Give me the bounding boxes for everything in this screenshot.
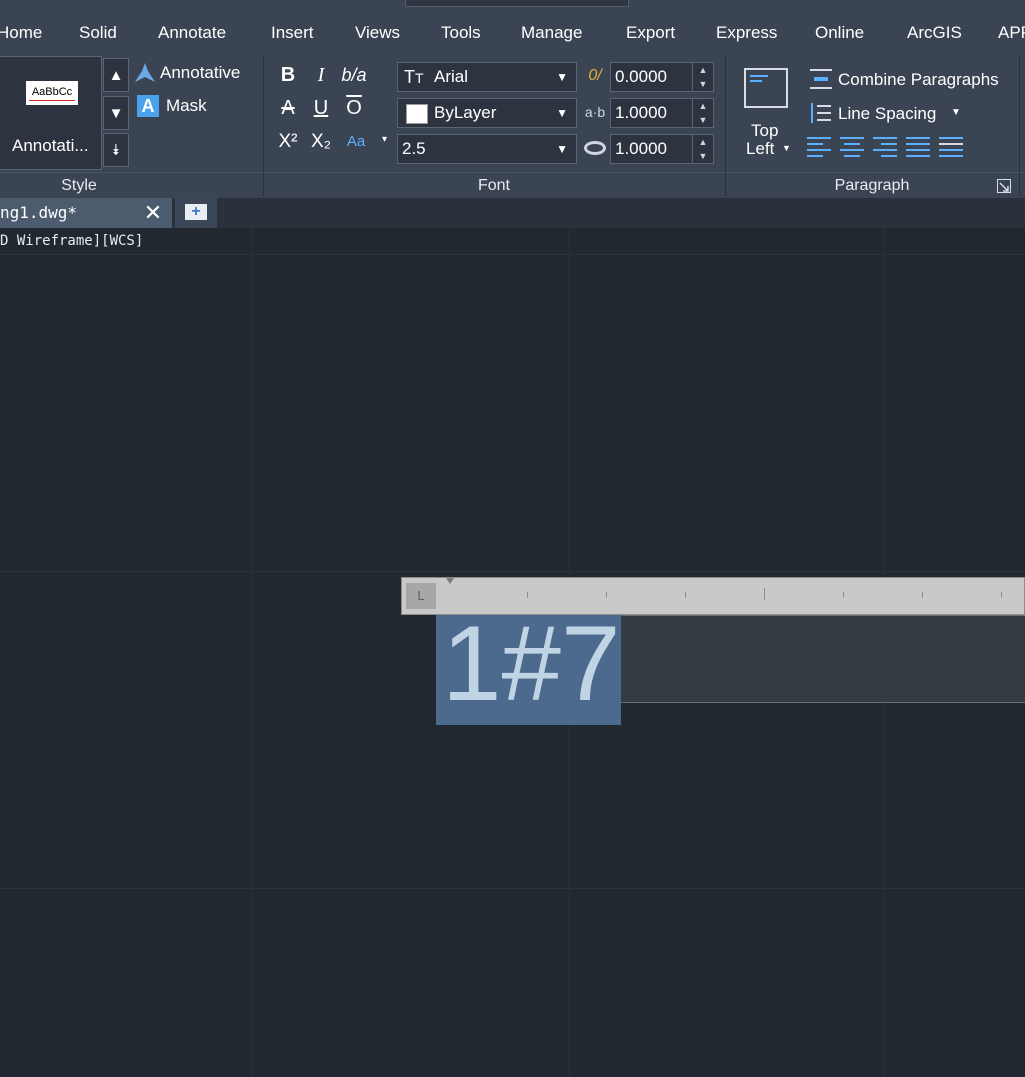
grid-line — [0, 888, 1025, 889]
title-search-box[interactable] — [405, 0, 629, 7]
annotative-toggle[interactable]: Annotative — [160, 63, 240, 83]
text-color-select[interactable]: ByLayer ▼ — [397, 98, 577, 128]
align-left-icon[interactable] — [804, 135, 834, 159]
mask-toggle[interactable]: Mask — [166, 96, 207, 116]
menu-arcgis[interactable]: ArcGIS — [907, 23, 962, 43]
gallery-expand-button[interactable]: ⯯ — [103, 133, 129, 167]
style-panel-title: Style — [61, 177, 97, 194]
panel-separator — [263, 56, 264, 196]
width-factor-value: 1.0000 — [615, 139, 667, 158]
tracking-icon: a·b — [584, 104, 606, 120]
font-name-value: Arial — [434, 67, 469, 86]
mask-icon: A — [137, 95, 159, 117]
panel-launcher-icon[interactable] — [997, 179, 1011, 193]
menu-tools[interactable]: Tools — [441, 23, 481, 43]
line-spacing-icon — [808, 101, 834, 125]
justification-icon[interactable] — [744, 68, 788, 108]
strikethrough-button[interactable]: A — [274, 94, 302, 122]
menu-express[interactable]: Express — [716, 23, 777, 43]
align-right-icon[interactable] — [870, 135, 900, 159]
new-tab-button[interactable]: + — [175, 198, 217, 228]
close-icon[interactable]: ✕ — [143, 198, 163, 228]
ruler-tick — [764, 588, 765, 600]
menu-annotate[interactable]: Annotate — [158, 23, 226, 43]
menu-export[interactable]: Export — [626, 23, 675, 43]
chevron-down-icon[interactable]: ▼ — [951, 107, 961, 118]
paragraph-panel-title: Paragraph — [834, 177, 910, 194]
viewport-controls-label[interactable]: D Wireframe][WCS] — [0, 233, 143, 249]
style-name-label: Annotati... — [12, 136, 89, 155]
grid-line — [251, 228, 252, 1077]
font-panel-title: Font — [477, 177, 510, 194]
superscript-button[interactable]: X² — [274, 128, 302, 156]
color-name-value: ByLayer — [434, 103, 497, 122]
justify-icon[interactable] — [903, 135, 933, 159]
stack-button[interactable]: b/a — [340, 61, 368, 89]
spinner-arrows-icon[interactable]: ▲ ▼ — [692, 99, 713, 127]
tracking-input[interactable]: 1.0000 ▲ ▼ — [610, 98, 714, 128]
oblique-angle-icon: 0/ — [588, 67, 602, 84]
overline-button[interactable]: O — [340, 94, 368, 122]
gallery-scroll-up-button[interactable]: ▲ — [103, 58, 129, 92]
oblique-angle-input[interactable]: 0.0000 ▲ ▼ — [610, 62, 714, 92]
ruler-tick — [843, 592, 844, 598]
text-height-select[interactable]: 2.5 ▼ — [397, 134, 577, 164]
line-spacing-button[interactable]: Line Spacing — [838, 104, 936, 124]
menu-solid[interactable]: Solid — [79, 23, 117, 43]
combine-paragraphs-icon — [808, 67, 834, 91]
change-case-button[interactable]: Aa — [342, 128, 370, 156]
panel-separator — [1019, 56, 1020, 196]
plus-icon: + — [185, 204, 207, 220]
style-preview-swatch[interactable]: AaBbCc — [26, 81, 78, 105]
color-swatch-icon — [406, 104, 428, 124]
justification-line2[interactable]: Left — [746, 139, 774, 159]
width-factor-icon — [584, 141, 606, 155]
chevron-down-icon: ▼ — [556, 70, 568, 84]
menu-home[interactable]: Home — [0, 23, 42, 43]
subscript-button[interactable]: X₂ — [307, 128, 335, 156]
menu-bar: Home Solid Annotate Insert Views Tools M… — [0, 0, 1025, 52]
bold-button[interactable]: B — [274, 61, 302, 89]
spinner-arrows-icon[interactable]: ▲ ▼ — [692, 63, 713, 91]
tab-type-marker[interactable]: L — [406, 583, 436, 609]
ruler-tick — [606, 592, 607, 598]
justification-line1[interactable]: Top — [751, 121, 778, 141]
text-height-value: 2.5 — [402, 139, 426, 158]
grid-line — [0, 254, 1025, 255]
indent-marker-icon[interactable] — [446, 578, 454, 584]
chevron-down-icon[interactable]: ▾ — [382, 134, 387, 145]
underline-button[interactable]: U — [307, 94, 335, 122]
font-name-select[interactable]: TT Arial ▼ — [397, 62, 577, 92]
ruler-tick — [527, 592, 528, 598]
align-center-icon[interactable] — [837, 135, 867, 159]
ruler-tick — [685, 592, 686, 598]
width-factor-input[interactable]: 1.0000 ▲ ▼ — [610, 134, 714, 164]
chevron-down-icon: ▼ — [556, 142, 568, 156]
ruler-tick — [922, 592, 923, 598]
menu-insert[interactable]: Insert — [271, 23, 314, 43]
mtext-content[interactable]: 1#7 — [442, 603, 621, 723]
menu-app[interactable]: APP — [998, 23, 1025, 43]
panel-separator — [725, 56, 726, 196]
italic-button[interactable]: I — [307, 61, 335, 89]
tracking-value: 1.0000 — [615, 103, 667, 122]
drawing-tab-label: ng1.dwg* — [0, 203, 78, 222]
combine-paragraphs-button[interactable]: Combine Paragraphs — [838, 70, 999, 90]
menu-online[interactable]: Online — [815, 23, 864, 43]
ruler-tick — [1001, 592, 1002, 598]
annotative-icon — [134, 62, 156, 84]
grid-line — [0, 571, 1025, 572]
font-type-icon: TT — [404, 67, 424, 87]
distribute-icon[interactable] — [936, 135, 966, 159]
chevron-down-icon: ▼ — [556, 106, 568, 120]
chevron-down-icon[interactable]: ▼ — [782, 143, 791, 153]
menu-views[interactable]: Views — [355, 23, 400, 43]
ribbon-title-divider — [0, 172, 1025, 173]
spinner-arrows-icon[interactable]: ▲ ▼ — [692, 135, 713, 163]
gallery-scroll-down-button[interactable]: ▼ — [103, 96, 129, 130]
oblique-angle-value: 0.0000 — [615, 67, 667, 86]
menu-manage[interactable]: Manage — [521, 23, 582, 43]
